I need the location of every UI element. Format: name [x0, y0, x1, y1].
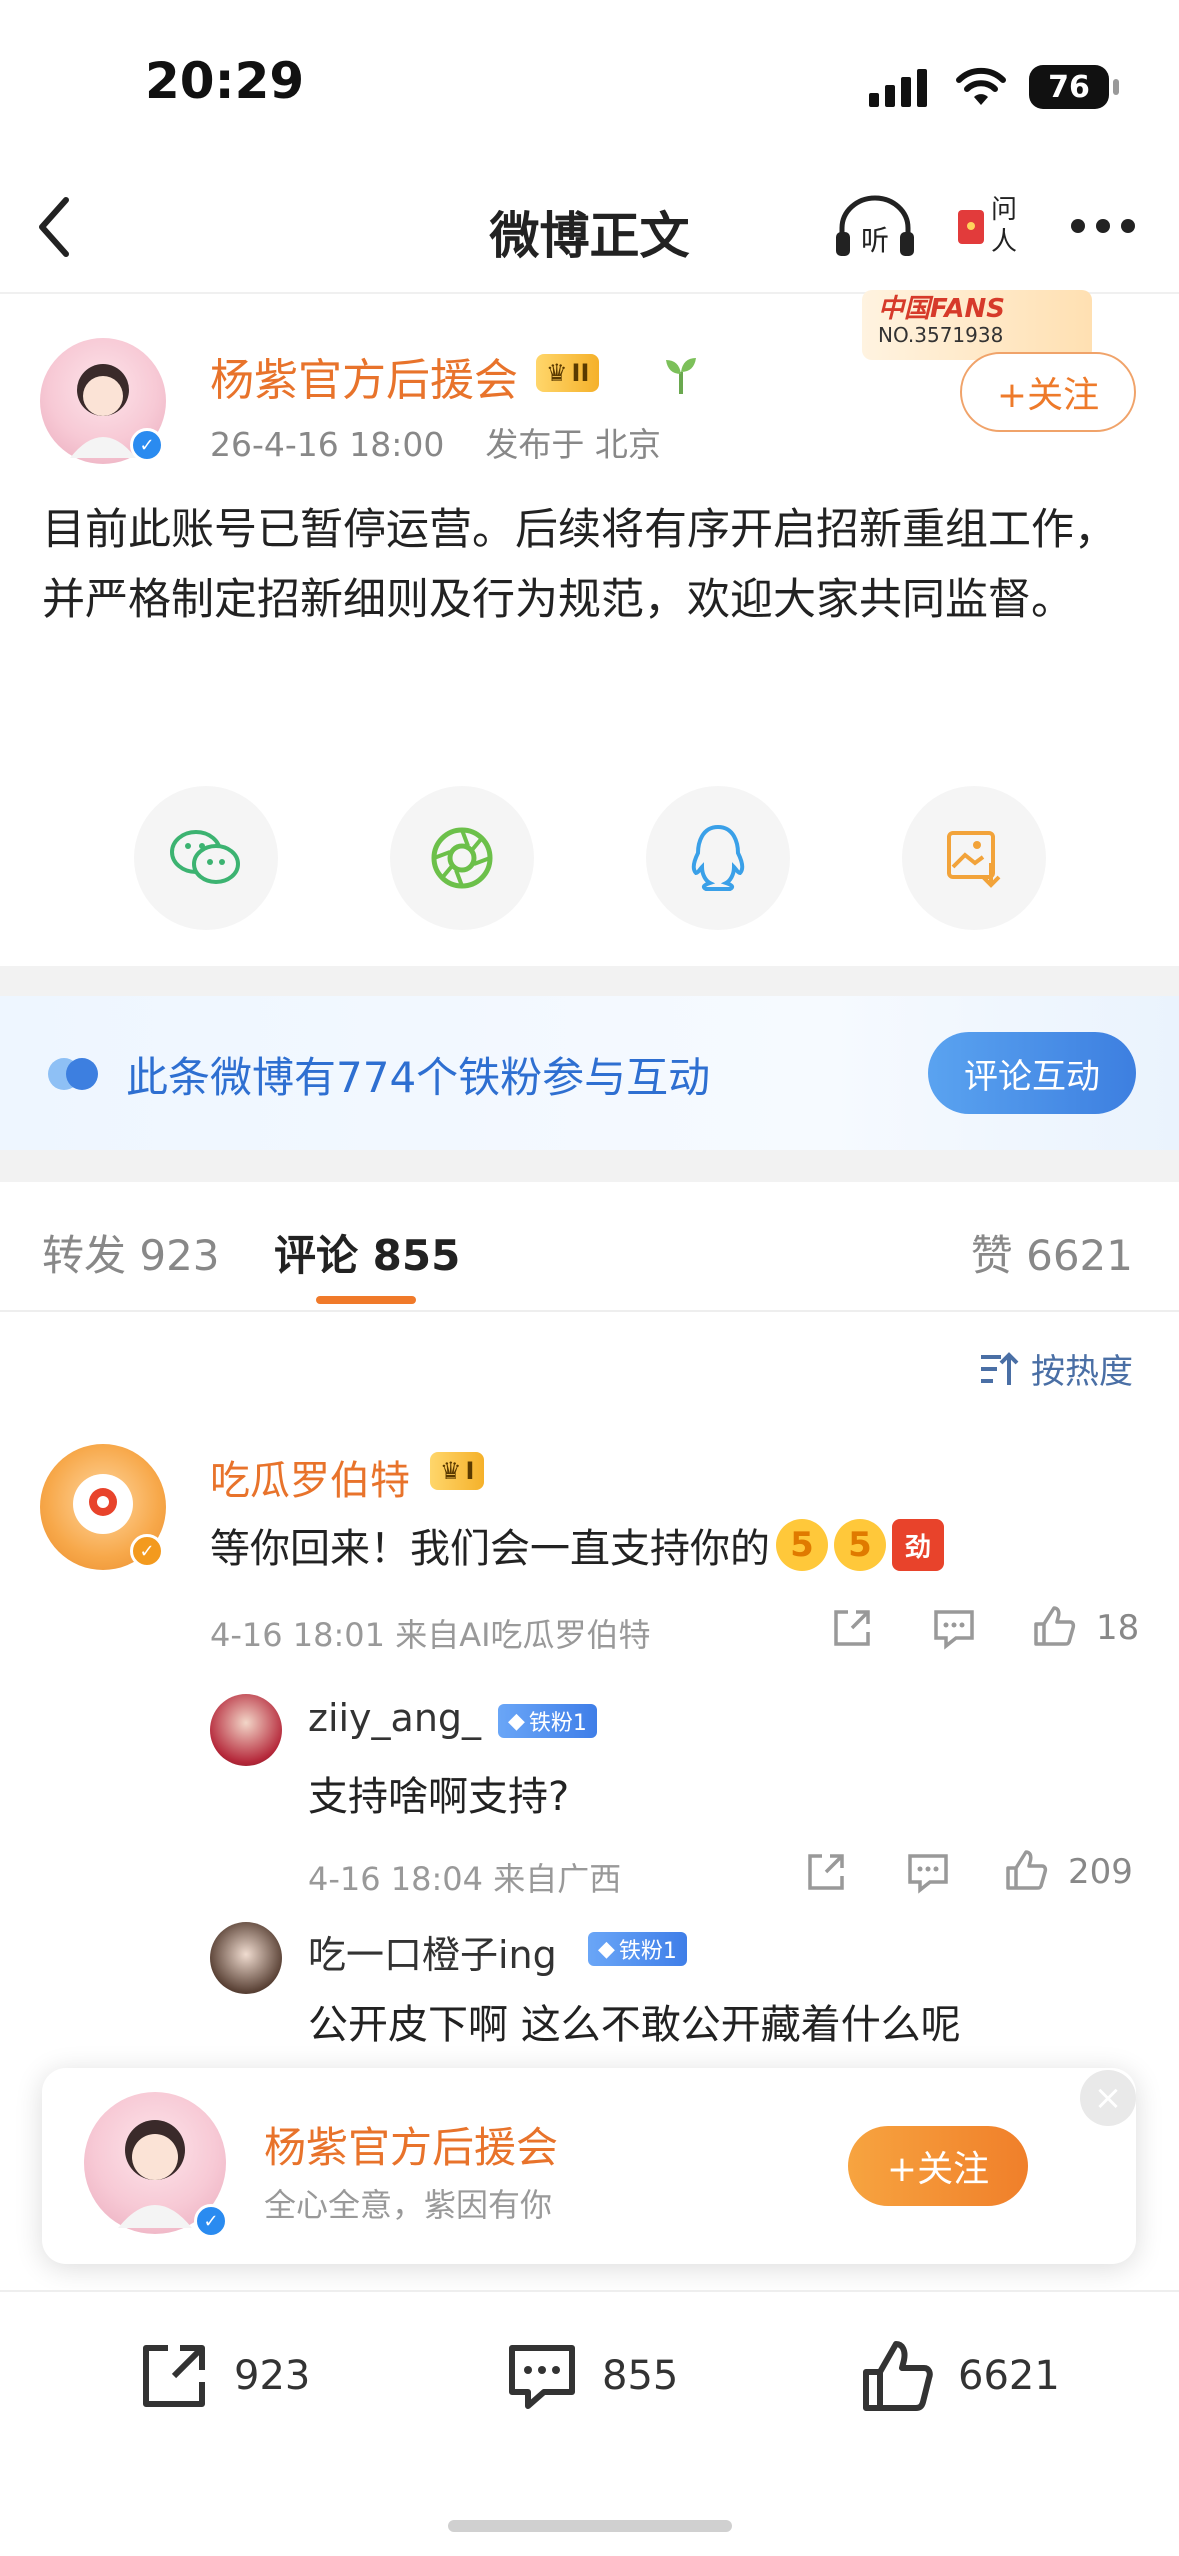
svg-text:听: 听 — [861, 224, 889, 257]
save-image-button[interactable] — [902, 786, 1046, 930]
wechat-icon — [170, 830, 240, 884]
home-indicator[interactable] — [448, 2520, 732, 2532]
repost-button[interactable]: 923 — [136, 2336, 310, 2416]
level-badge-label: II — [571, 359, 590, 387]
moments-icon — [431, 827, 493, 889]
like-count: 18 — [1096, 1608, 1140, 1648]
repost-icon[interactable] — [804, 1850, 848, 1894]
comment-count: 855 — [602, 2353, 679, 2399]
fans-badge-title: 中国FANS — [878, 294, 1006, 324]
reply-icon[interactable] — [906, 1850, 950, 1894]
comment-button[interactable]: 855 — [504, 2336, 678, 2416]
like-count: 209 — [1068, 1852, 1133, 1892]
wifi-icon — [956, 67, 1006, 105]
crown-icon: ♛ — [440, 1457, 462, 1485]
close-icon[interactable]: × — [1080, 2070, 1136, 2126]
author-name[interactable]: 杨紫官方后援会 — [210, 344, 518, 408]
tab-like[interactable]: 赞 6621 — [971, 1222, 1133, 1283]
interaction-icon — [48, 1058, 98, 1090]
like-icon — [863, 2341, 933, 2411]
comment-interact-button[interactable]: 评论互动 — [928, 1032, 1136, 1114]
like-icon[interactable] — [1032, 1604, 1076, 1648]
listen-icon[interactable]: 听 — [832, 192, 918, 262]
level-badge: ♛ II — [536, 354, 600, 392]
post-body: 目前此账号已暂停运营。后续将有序开启招新重组工作，并严格制定招新细则及行为规范，… — [42, 505, 1117, 625]
section-gap — [0, 966, 1179, 996]
cellular-signal-icon — [869, 69, 927, 107]
section-gap — [0, 1150, 1179, 1182]
cheer-emoji-icon: 劲 — [892, 1519, 944, 1571]
repost-icon — [143, 2345, 205, 2407]
post-meta: 26-4-16 18:00 发布于 北京 — [210, 418, 661, 466]
tabs-divider — [0, 1310, 1179, 1312]
battery-indicator: 76 — [1029, 65, 1119, 109]
level-badge-label: I — [465, 1457, 475, 1485]
verified-badge-icon: ✓ — [130, 428, 164, 462]
like-count: 6621 — [958, 2353, 1060, 2399]
post-time: 26-4-16 18:00 — [210, 425, 445, 464]
tab-active-indicator — [316, 1296, 416, 1304]
tab-comment[interactable]: 评论 855 — [274, 1222, 460, 1283]
svg-text:问: 问 — [991, 195, 1017, 225]
card-subtitle: 全心全意，紫因有你 — [264, 2186, 553, 2224]
tab-repost[interactable]: 转发 923 — [42, 1222, 220, 1283]
repost-count: 923 — [234, 2353, 311, 2399]
more-icon[interactable] — [1068, 216, 1138, 236]
fans-badge-number: NO.3571938 — [878, 323, 1004, 347]
repost-icon[interactable] — [830, 1606, 874, 1650]
five-emoji-icon: 5 — [834, 1519, 886, 1571]
reply-username[interactable]: ziiy_ang_ — [308, 1696, 481, 1740]
like-button[interactable]: 6621 — [860, 2336, 1060, 2416]
sort-icon — [981, 1351, 1019, 1385]
comment-meta: 4-16 18:01 来自AI吃瓜罗伯特 — [210, 1616, 651, 1654]
iron-fan-tag: ◆ 铁粉1 — [498, 1704, 597, 1738]
reply-avatar[interactable] — [210, 1922, 282, 1994]
comment-text: 等你回来！我们会一直支持你的 5 5 劲 — [210, 1516, 944, 1574]
reply-avatar[interactable] — [210, 1694, 282, 1766]
five-emoji-icon: 5 — [776, 1519, 828, 1571]
comment-username[interactable]: 吃瓜罗伯特 — [210, 1448, 410, 1506]
card-follow-button[interactable]: +关注 — [848, 2126, 1028, 2206]
level-badge: ♛ I — [430, 1452, 485, 1490]
card-name[interactable]: 杨紫官方后援会 — [264, 2114, 558, 2175]
iron-fans-text: 此条微博有774个铁粉参与互动 — [126, 1053, 711, 1102]
comment-icon — [509, 2345, 575, 2409]
china-fans-badge: 中国FANS NO.3571938 — [862, 290, 1092, 360]
share-qq-button[interactable] — [646, 786, 790, 930]
reply-text: 公开皮下啊 这么不敢公开藏着什么呢 — [308, 2002, 961, 2048]
ask-icon[interactable]: 问 人 — [954, 188, 1028, 262]
diamond-icon: ◆ — [598, 1936, 615, 1962]
iron-fan-tag-label: 铁粉1 — [618, 1939, 677, 1964]
verified-badge-icon: ✓ — [194, 2204, 228, 2238]
status-time: 20:29 — [145, 52, 305, 110]
iron-fan-tag-label: 铁粉1 — [528, 1711, 587, 1736]
reply-text: 支持啥啊支持? — [308, 1774, 570, 1820]
svg-text:人: 人 — [991, 227, 1017, 257]
like-icon[interactable] — [1004, 1848, 1048, 1892]
verified-badge-icon: ✓ — [130, 1534, 164, 1568]
follow-button[interactable]: +关注 — [960, 352, 1136, 432]
share-moments-button[interactable] — [390, 786, 534, 930]
diamond-icon: ◆ — [508, 1708, 525, 1734]
bottom-toolbar — [0, 2290, 1179, 2556]
qq-icon — [691, 824, 745, 891]
share-wechat-button[interactable] — [134, 786, 278, 930]
crown-icon: ♛ — [546, 359, 568, 387]
reply-icon[interactable] — [932, 1606, 976, 1650]
reply-meta: 4-16 18:04 来自广西 — [308, 1860, 622, 1898]
status-icons: 76 — [869, 62, 1119, 112]
comment-text-content: 等你回来！我们会一直支持你的 — [210, 1526, 770, 1572]
sprout-icon — [666, 358, 696, 394]
post-location: 发布于 北京 — [485, 425, 661, 464]
reply-username[interactable]: 吃一口橙子ing — [308, 1924, 557, 1979]
sort-control[interactable]: 按热度 — [979, 1344, 1133, 1393]
save-image-icon — [947, 831, 1001, 888]
iron-fan-tag: ◆ 铁粉1 — [588, 1932, 687, 1966]
sort-label: 按热度 — [1031, 1352, 1133, 1392]
